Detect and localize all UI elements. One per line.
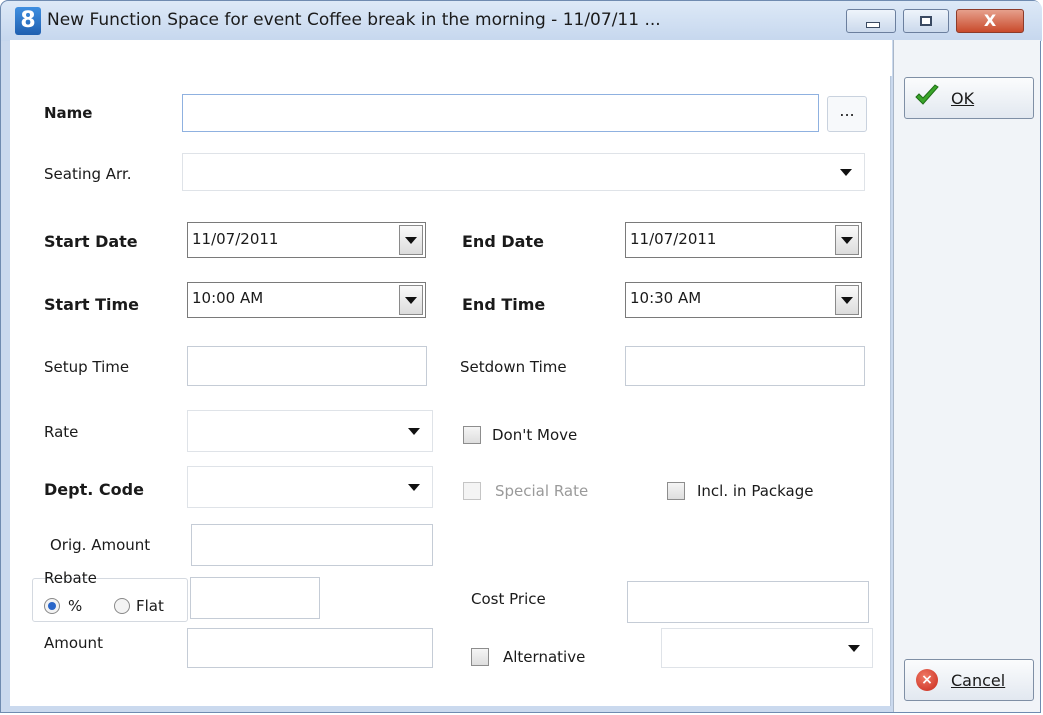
- incl-in-package-checkbox[interactable]: [667, 482, 685, 500]
- start-time-label: Start Time: [44, 295, 139, 314]
- special-rate-label: Special Rate: [495, 482, 589, 500]
- ok-button[interactable]: OK: [904, 77, 1034, 119]
- cancel-icon: ×: [916, 669, 938, 691]
- chevron-down-icon: [840, 169, 852, 176]
- action-panel: [893, 40, 1040, 712]
- name-input[interactable]: [182, 94, 819, 132]
- minimize-button[interactable]: [846, 9, 896, 33]
- end-time-picker[interactable]: 10:30 AM: [625, 282, 862, 318]
- end-time-dropdown-button[interactable]: [835, 285, 859, 315]
- alternative-dropdown[interactable]: [661, 628, 873, 668]
- dept-code-label: Dept. Code: [44, 480, 144, 499]
- end-time-label: End Time: [462, 295, 546, 314]
- start-date-dropdown-button[interactable]: [399, 225, 423, 255]
- dont-move-checkbox[interactable]: [463, 426, 481, 444]
- checkmark-icon: [915, 84, 939, 105]
- start-time-dropdown-button[interactable]: [399, 285, 423, 315]
- close-button[interactable]: X: [956, 9, 1024, 33]
- ok-button-label: OK: [951, 89, 975, 108]
- maximize-button[interactable]: [903, 9, 949, 33]
- end-date-dropdown-button[interactable]: [835, 225, 859, 255]
- dont-move-label: Don't Move: [492, 426, 578, 444]
- cancel-button-label: Cancel: [951, 671, 1006, 690]
- minimize-icon: [866, 22, 880, 28]
- amount-input[interactable]: [187, 628, 433, 668]
- chevron-down-icon: [841, 297, 853, 304]
- chevron-down-icon: [408, 484, 420, 491]
- cancel-button[interactable]: × Cancel: [904, 659, 1034, 701]
- special-rate-checkbox: [463, 482, 481, 500]
- chevron-down-icon: [408, 428, 420, 435]
- alternative-checkbox[interactable]: [471, 648, 489, 666]
- maximize-icon: [920, 16, 932, 26]
- seating-arr-dropdown[interactable]: [182, 153, 865, 191]
- app-icon: 8: [15, 7, 41, 35]
- start-time-picker[interactable]: 10:00 AM: [187, 282, 426, 318]
- end-date-picker[interactable]: 11/07/2011: [625, 222, 862, 258]
- chevron-down-icon: [405, 237, 417, 244]
- chevron-down-icon: [405, 297, 417, 304]
- name-label: Name: [44, 104, 93, 122]
- setdown-time-input[interactable]: [625, 346, 865, 386]
- incl-in-package-label: Incl. in Package: [697, 482, 814, 500]
- rebate-flat-label: Flat: [136, 597, 164, 615]
- end-date-label: End Date: [462, 232, 544, 251]
- chevron-down-icon: [841, 237, 853, 244]
- chevron-down-icon: [848, 645, 860, 652]
- rate-label: Rate: [44, 423, 79, 441]
- dept-code-dropdown[interactable]: [187, 466, 433, 508]
- window-title: New Function Space for event Coffee brea…: [47, 10, 661, 30]
- rebate-percent-label: %: [68, 597, 83, 615]
- name-lookup-button[interactable]: ...: [827, 96, 867, 132]
- setup-time-label: Setup Time: [44, 358, 130, 376]
- cost-price-input[interactable]: [627, 581, 869, 623]
- rate-dropdown[interactable]: [187, 410, 433, 452]
- rebate-label: Rebate: [44, 569, 97, 587]
- orig-amount-input[interactable]: [191, 524, 433, 566]
- rebate-percent-radio[interactable]: [44, 598, 60, 614]
- amount-label: Amount: [44, 634, 103, 652]
- setup-time-input[interactable]: [187, 346, 427, 386]
- start-date-picker[interactable]: 11/07/2011: [187, 222, 426, 258]
- rebate-flat-radio[interactable]: [114, 598, 130, 614]
- close-icon: X: [983, 11, 997, 30]
- rebate-input[interactable]: [190, 577, 320, 619]
- cost-price-label: Cost Price: [471, 590, 546, 608]
- setdown-time-label: Setdown Time: [460, 358, 567, 376]
- start-date-label: Start Date: [44, 232, 138, 251]
- form-top-area: [10, 40, 892, 76]
- seating-arr-label: Seating Arr.: [44, 165, 132, 183]
- alternative-label: Alternative: [503, 648, 586, 666]
- orig-amount-label: Orig. Amount: [50, 536, 151, 554]
- title-bar[interactable]: 8 New Function Space for event Coffee br…: [1, 1, 1042, 41]
